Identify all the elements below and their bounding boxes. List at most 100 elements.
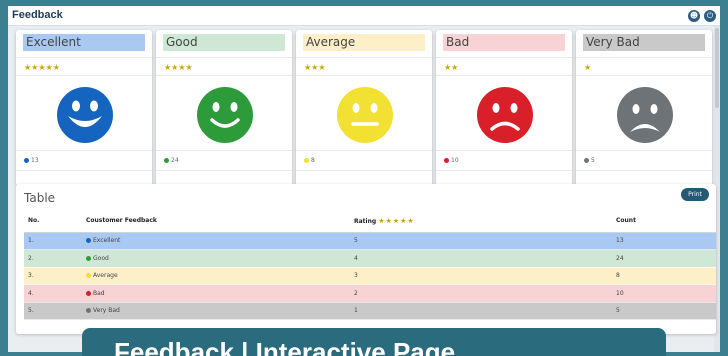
legend-dot: [164, 158, 169, 163]
divider: [436, 75, 572, 76]
cell-count: 24: [616, 249, 716, 268]
table-row[interactable]: 3. Average 3 8: [24, 267, 716, 285]
legend-dot: [304, 158, 309, 163]
cell-feedback: Very Bad: [86, 302, 354, 320]
table-title: Table: [24, 191, 56, 205]
cell-rating: 4: [354, 249, 616, 268]
divider: [156, 57, 292, 58]
legend-dot: [86, 308, 91, 314]
excellent-face-icon: [57, 87, 113, 143]
cell-rating: 3: [354, 267, 616, 285]
cell-no: 1.: [24, 232, 86, 250]
table-header-row: No. Coustomer Feedback Rating ★★★★★ Coun…: [24, 210, 716, 233]
power-icon[interactable]: ⏻: [704, 10, 716, 22]
divider: [16, 170, 152, 171]
card-very-bad[interactable]: Very Bad ★ 5: [576, 30, 712, 186]
cell-count: 5: [616, 302, 716, 320]
legend-dot: [24, 158, 29, 163]
column-header-count: Count: [616, 210, 716, 233]
title-banner: Feedback | Interactive Page: [82, 328, 666, 356]
table-row[interactable]: 5. Very Bad 1 5: [24, 302, 716, 320]
divider: [436, 150, 572, 151]
divider: [16, 150, 152, 151]
cell-no: 3.: [24, 267, 86, 285]
feedback-cards: Excellent ★★★★★ 13 Good ★★★★ 24 Average …: [16, 30, 720, 190]
legend-dot: [86, 290, 91, 296]
divider: [576, 57, 712, 58]
divider: [156, 75, 292, 76]
cell-count: 13: [616, 232, 716, 250]
cell-rating: 1: [354, 302, 616, 320]
app-window: Feedback ☻ ⏻ Excellent ★★★★★ 13 Good ★★★…: [8, 6, 720, 352]
divider: [296, 150, 432, 151]
card-excellent[interactable]: Excellent ★★★★★ 13: [16, 30, 152, 186]
cell-feedback: Good: [86, 249, 354, 268]
print-button[interactable]: Print: [681, 188, 709, 201]
feedback-label: Excellent: [93, 237, 121, 245]
count-value: 8: [311, 157, 315, 164]
card-bad[interactable]: Bad ★★ 10: [436, 30, 572, 186]
card-count: 13: [24, 157, 39, 164]
cell-no: 4.: [24, 284, 86, 303]
divider: [296, 75, 432, 76]
card-header: Bad: [443, 34, 565, 51]
legend-dot: [86, 273, 91, 279]
star-rating: ★★★★★: [24, 63, 60, 72]
divider: [156, 170, 292, 171]
cell-feedback: Bad: [86, 284, 354, 303]
star-rating: ★★: [444, 63, 459, 72]
table-row[interactable]: 2. Good 4 24: [24, 249, 716, 268]
feedback-label: Very Bad: [93, 307, 120, 315]
card-header: Good: [163, 34, 285, 51]
table-row[interactable]: 4. Bad 2 10: [24, 284, 716, 303]
table-panel: Table Print No. Coustomer Feedback Ratin…: [16, 184, 716, 334]
feedback-label: Bad: [93, 289, 105, 297]
divider: [576, 170, 712, 171]
rating-label: Rating: [354, 217, 377, 225]
good-face-icon: [197, 87, 253, 143]
feedback-label: Good: [93, 254, 109, 262]
app-title: Feedback: [12, 9, 63, 21]
cell-rating: 2: [354, 284, 616, 303]
divider: [16, 75, 152, 76]
star-rating: ★★★: [304, 63, 326, 72]
star-icons: ★★★★★: [378, 216, 415, 225]
card-count: 10: [444, 157, 459, 164]
cell-no: 5.: [24, 302, 86, 320]
card-header: Average: [303, 34, 425, 51]
bad-face-icon: [477, 87, 533, 143]
divider: [576, 75, 712, 76]
star-rating: ★: [584, 63, 592, 72]
legend-dot: [584, 158, 589, 163]
card-count: 24: [164, 157, 179, 164]
count-value: 24: [171, 157, 179, 164]
star-rating: ★★★★: [164, 63, 193, 72]
cell-no: 2.: [24, 249, 86, 268]
divider: [296, 170, 432, 171]
cell-count: 10: [616, 284, 716, 303]
divider: [296, 57, 432, 58]
user-icon[interactable]: ☻: [688, 10, 700, 22]
table-row[interactable]: 1. Excellent 5 13: [24, 232, 716, 250]
card-count: 5: [584, 157, 595, 164]
cell-count: 8: [616, 267, 716, 285]
count-value: 5: [591, 157, 595, 164]
cell-feedback: Average: [86, 267, 354, 285]
feedback-table: No. Coustomer Feedback Rating ★★★★★ Coun…: [24, 210, 716, 320]
column-header-feedback: Coustomer Feedback: [86, 210, 354, 233]
banner-text: Feedback | Interactive Page: [114, 337, 456, 356]
card-header: Very Bad: [583, 34, 705, 51]
legend-dot: [444, 158, 449, 163]
count-value: 13: [31, 157, 39, 164]
divider: [576, 150, 712, 151]
feedback-label: Average: [93, 272, 118, 280]
divider: [436, 57, 572, 58]
average-face-icon: [337, 87, 393, 143]
very-bad-face-icon: [617, 87, 673, 143]
legend-dot: [86, 238, 91, 244]
card-good[interactable]: Good ★★★★ 24: [156, 30, 292, 186]
column-header-no: No.: [24, 210, 86, 233]
card-average[interactable]: Average ★★★ 8: [296, 30, 432, 186]
divider: [16, 57, 152, 58]
cell-rating: 5: [354, 232, 616, 250]
